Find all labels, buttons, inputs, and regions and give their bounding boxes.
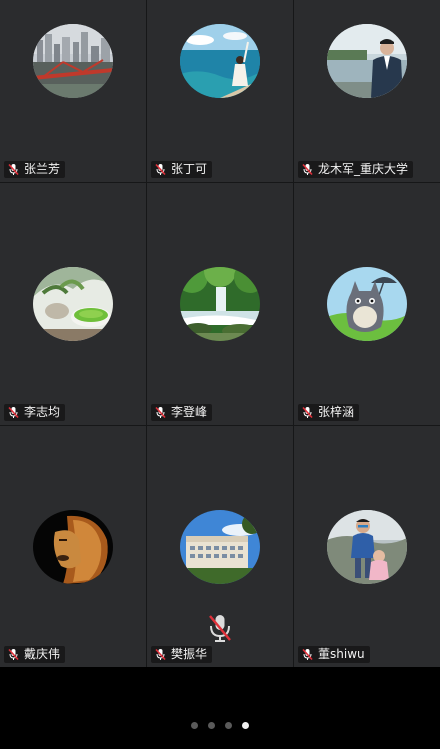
name-label: 张梓涵 — [298, 404, 360, 421]
participant-tile-6[interactable]: 张梓涵 — [294, 183, 440, 425]
avatar — [180, 267, 260, 341]
man-by-lake-photo — [327, 24, 407, 98]
participant-name: 戴庆伟 — [24, 647, 61, 661]
microphone-muted-icon — [7, 163, 20, 176]
video-meeting-screen: 张兰芳 张丁可 龙木军_重庆大学 李志均 李登峰 张梓涵 戴庆伟 樊振华 董sh… — [0, 0, 440, 749]
participant-tile-9[interactable]: 董shiwu — [294, 426, 440, 667]
city-bridge-photo — [33, 24, 113, 98]
participant-tile-1[interactable]: 张兰芳 — [0, 0, 146, 182]
participant-name: 李登峰 — [171, 405, 208, 419]
boy-and-child-photo — [327, 510, 407, 584]
participant-tile-7[interactable]: 戴庆伟 — [0, 426, 146, 667]
participant-tile-4[interactable]: 李志均 — [0, 183, 146, 425]
name-label: 龙木军_重庆大学 — [298, 161, 414, 178]
microphone-muted-icon — [154, 406, 167, 419]
microphone-muted-icon — [154, 648, 167, 661]
microphone-muted-icon — [301, 163, 314, 176]
avatar — [327, 267, 407, 341]
avatar — [327, 510, 407, 584]
participant-name: 张梓涵 — [318, 405, 355, 419]
avatar — [33, 267, 113, 341]
page-dot-3[interactable] — [225, 722, 232, 729]
participant-name: 樊振华 — [171, 647, 208, 661]
name-label: 李志均 — [4, 404, 66, 421]
microphone-muted-icon — [7, 648, 20, 661]
participant-name: 张丁可 — [171, 162, 208, 176]
avatar — [33, 24, 113, 98]
participant-tile-3[interactable]: 龙木军_重庆大学 — [294, 0, 440, 182]
participant-tile-2[interactable]: 张丁可 — [147, 0, 293, 182]
participant-name: 董shiwu — [318, 647, 365, 661]
name-label: 张丁可 — [151, 161, 213, 178]
avatar — [180, 510, 260, 584]
green-tea-photo — [33, 267, 113, 341]
lion-photo — [33, 510, 113, 584]
name-label: 李登峰 — [151, 404, 213, 421]
participant-grid: 张兰芳 张丁可 龙木军_重庆大学 李志均 李登峰 张梓涵 戴庆伟 樊振华 董sh… — [0, 0, 440, 667]
avatar — [180, 24, 260, 98]
totoro-cartoon — [327, 267, 407, 341]
name-label: 樊振华 — [151, 646, 213, 663]
participant-tile-8[interactable]: 樊振华 — [147, 426, 293, 667]
avatar — [327, 24, 407, 98]
participant-name: 李志均 — [24, 405, 61, 419]
page-dot-2[interactable] — [208, 722, 215, 729]
page-dot-1[interactable] — [191, 722, 198, 729]
participant-name: 张兰芳 — [24, 162, 61, 176]
microphone-muted-icon — [7, 406, 20, 419]
participant-name: 龙木军_重庆大学 — [318, 162, 409, 176]
microphone-muted-icon — [301, 648, 314, 661]
microphone-muted-icon — [301, 406, 314, 419]
building-photo — [180, 510, 260, 584]
avatar — [33, 510, 113, 584]
waterfall-forest-photo — [180, 267, 260, 341]
name-label: 董shiwu — [298, 646, 370, 663]
page-dot-4-active[interactable] — [242, 722, 249, 729]
name-label: 张兰芳 — [4, 161, 66, 178]
page-indicator — [0, 722, 440, 732]
seaside-woman-photo — [180, 24, 260, 98]
microphone-muted-icon — [154, 163, 167, 176]
microphone-muted-icon — [207, 613, 233, 643]
name-label: 戴庆伟 — [4, 646, 66, 663]
participant-tile-5[interactable]: 李登峰 — [147, 183, 293, 425]
